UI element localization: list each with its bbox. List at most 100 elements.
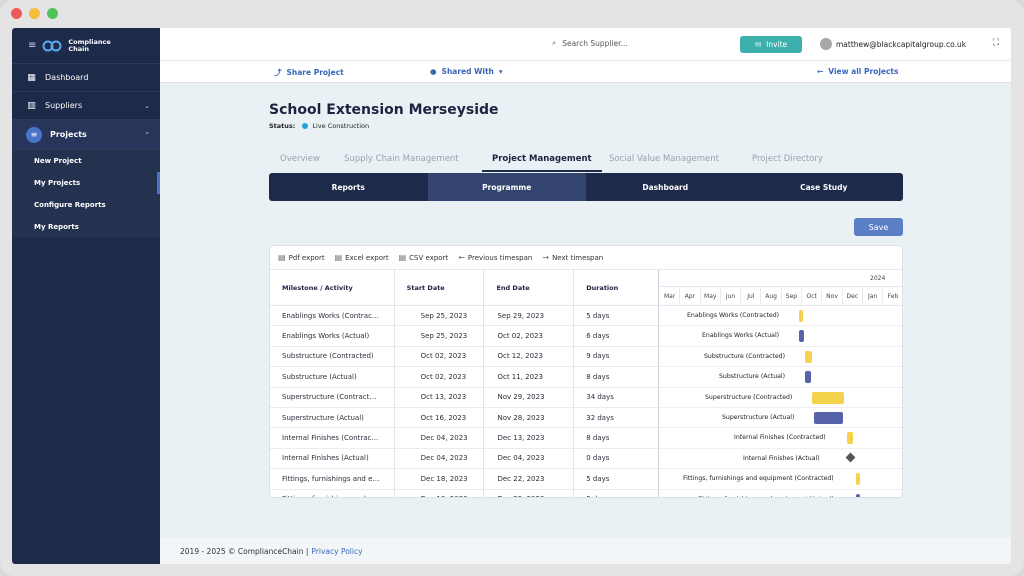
- table-cell: Sep 25, 2023: [395, 306, 485, 326]
- gantt-bar[interactable]: [799, 310, 803, 322]
- footer-text: 2019 - 2025 © ComplianceChain |: [180, 546, 309, 556]
- segment-case-study[interactable]: Case Study: [745, 173, 904, 201]
- table-cell: 34 days: [586, 393, 614, 402]
- invite-button[interactable]: ✉ Invite: [740, 36, 802, 53]
- gantt-task-label: Substructure (Actual): [719, 373, 786, 381]
- excel-export-button[interactable]: ▤ Excel export: [335, 253, 389, 262]
- month-label: Mar: [660, 287, 681, 305]
- save-button[interactable]: Save: [854, 218, 903, 236]
- table-row[interactable]: Internal Finishes (Contrac… Dec 04, 2023 D…: [270, 428, 658, 449]
- shared-with-dropdown[interactable]: ● Shared With ▾: [430, 67, 503, 76]
- milestone-diamond[interactable]: [845, 452, 856, 463]
- user-menu[interactable]: matthew@blackcapitalgroup.co.uk: [820, 38, 966, 50]
- previous-timespan-button[interactable]: ← Previous timespan: [458, 253, 532, 262]
- table-cell: Dec 04, 2023: [395, 428, 485, 448]
- segment-reports[interactable]: Reports: [269, 173, 428, 201]
- header-start-date[interactable]: Start Date: [395, 270, 485, 305]
- privacy-policy-link[interactable]: Privacy Policy: [311, 547, 362, 556]
- month-label: Jan: [863, 287, 884, 305]
- table-row[interactable]: Superstructure (Contract… Oct 13, 2023 Nov…: [270, 387, 658, 408]
- sidebar-item-dashboard[interactable]: ▦ Dashboard: [12, 64, 160, 92]
- gantt-row: Fittings, furnishings and equipment (Act…: [660, 490, 902, 497]
- pdf-export-label: Pdf export: [288, 253, 325, 262]
- gantt-bar[interactable]: [812, 391, 844, 404]
- table-row[interactable]: Superstructure (Actual) Oct 16, 2023 Nov 2…: [270, 407, 658, 429]
- table-cell: Fittings, furnishings and…: [270, 489, 395, 497]
- arrow-left-icon: ←: [817, 67, 824, 76]
- arrow-right-icon: →: [542, 253, 550, 262]
- sidebar-item-suppliers[interactable]: ▥ Suppliers ⌄: [12, 92, 160, 120]
- pdf-export-button[interactable]: ▤ Pdf export: [278, 253, 325, 262]
- file-icon: ▤: [398, 253, 407, 262]
- month-label: Nov: [822, 287, 843, 305]
- tab-social-value-management[interactable]: Social Value Management: [609, 154, 719, 164]
- sidebar-item-my-reports[interactable]: My Reports: [12, 216, 160, 238]
- tab-project-management[interactable]: Project Management: [482, 154, 602, 172]
- gantt-task-label: Fittings, furnishings and equipment (Con…: [683, 475, 834, 483]
- view-all-projects-link[interactable]: ← View all Projects: [817, 67, 898, 76]
- fullscreen-icon[interactable]: ⛶: [993, 38, 999, 48]
- status-dot-icon: [302, 123, 309, 129]
- sidebar-item-my-projects[interactable]: My Projects: [12, 172, 160, 194]
- table-row[interactable]: Enablings Works (Actual) Sep 25, 2023 Oct …: [270, 326, 658, 347]
- gantt-bar[interactable]: [805, 371, 811, 384]
- status-value: Live Construction: [312, 122, 370, 130]
- sidebar-item-configure-reports[interactable]: Configure Reports: [12, 194, 160, 216]
- table-row[interactable]: Enablings Works (Contrac… Sep 25, 2023 Sep…: [270, 306, 658, 327]
- logo-icon: [42, 40, 62, 51]
- gantt-task-label: Enablings Works (Contracted): [687, 312, 780, 319]
- chevron-down-icon: ⌄: [144, 101, 150, 110]
- user-icon: ●: [430, 67, 437, 76]
- gantt-bar[interactable]: [856, 493, 860, 497]
- table-cell: Substructure (Contracted): [270, 346, 395, 367]
- tab-overview[interactable]: Overview: [280, 154, 320, 164]
- gantt-bar[interactable]: [856, 473, 860, 486]
- table-cell: Superstructure (Contract…: [270, 387, 395, 407]
- tab-supply-chain-management[interactable]: Supply Chain Management: [344, 154, 459, 164]
- table-cell: Fittings, furnishings and e…: [270, 469, 395, 489]
- close-dot[interactable]: [11, 8, 22, 19]
- share-label: Share Project: [286, 68, 344, 77]
- table-row[interactable]: Substructure (Actual) Oct 02, 2023 Oct 11,…: [270, 367, 658, 388]
- sidebar-item-new-project[interactable]: New Project: [12, 150, 160, 172]
- brand[interactable]: ≡ Compliance Chain: [12, 28, 160, 64]
- table-cell: Enablings Works (Contrac…: [270, 306, 395, 326]
- table-row[interactable]: Fittings, furnishings and…Dec 18, 2023De…: [270, 489, 658, 497]
- footer: 2019 - 2025 © ComplianceChain | Privacy …: [160, 538, 1011, 564]
- sidebar-item-projects[interactable]: ≡ Projects ⌃: [12, 120, 160, 150]
- maximize-dot[interactable]: [47, 8, 58, 19]
- timeline-month-row: Mar Apr May Jun Jul Aug Sep Oct Nov Dec Jan Feb: [660, 287, 902, 306]
- gantt-bar[interactable]: [814, 411, 843, 424]
- minimize-dot[interactable]: [29, 8, 40, 19]
- gantt-grid: Milestone / Activity Start Date End Date…: [270, 270, 659, 497]
- gantt-task-label: Fittings, furnishings and equipment (Act…: [698, 496, 834, 497]
- share-project-link[interactable]: ⤴ Share Project: [274, 67, 344, 78]
- gantt-task-label: Internal Finishes (Actual): [743, 454, 820, 462]
- search-input[interactable]: ⌕ Search Supplier...: [552, 38, 628, 48]
- next-timespan-button[interactable]: → Next timespan: [542, 253, 603, 262]
- table-row[interactable]: Internal Finishes (Actual) Dec 04, 2023 De…: [270, 448, 658, 470]
- share-icon: ⤴: [274, 68, 282, 77]
- segment-programme[interactable]: Programme: [427, 173, 586, 201]
- menu-icon[interactable]: ≡: [28, 40, 36, 51]
- table-cell: Dec 04, 2023: [395, 448, 485, 469]
- table-row[interactable]: Substructure (Contracted) Oct 02, 2023 Oct…: [270, 346, 658, 368]
- mail-icon: ✉: [754, 40, 762, 49]
- header-milestone[interactable]: Milestone / Activity: [270, 270, 395, 305]
- next-timespan-label: Next timespan: [552, 253, 604, 262]
- csv-export-button[interactable]: ▤ CSV export: [399, 253, 449, 262]
- pm-segment-bar: Reports Programme Dashboard Case Study: [269, 173, 903, 201]
- header-duration[interactable]: Duration: [574, 270, 658, 305]
- file-icon: ▤: [278, 253, 286, 262]
- header-end-date[interactable]: End Date: [484, 270, 575, 305]
- table-row[interactable]: Fittings, furnishings and e… Dec 18, 2023…: [270, 469, 658, 490]
- gantt-row: Substructure (Actual): [660, 367, 902, 388]
- gantt-bar[interactable]: [847, 432, 853, 445]
- table-cell: 5 days: [586, 474, 610, 483]
- table-cell: Dec 18, 2023: [395, 489, 485, 497]
- gantt-bar[interactable]: [799, 330, 804, 343]
- segment-dashboard[interactable]: Dashboard: [586, 173, 745, 201]
- tab-project-directory[interactable]: Project Directory: [752, 154, 823, 164]
- view-all-label: View all Projects: [828, 67, 899, 76]
- gantt-bar[interactable]: [805, 350, 812, 363]
